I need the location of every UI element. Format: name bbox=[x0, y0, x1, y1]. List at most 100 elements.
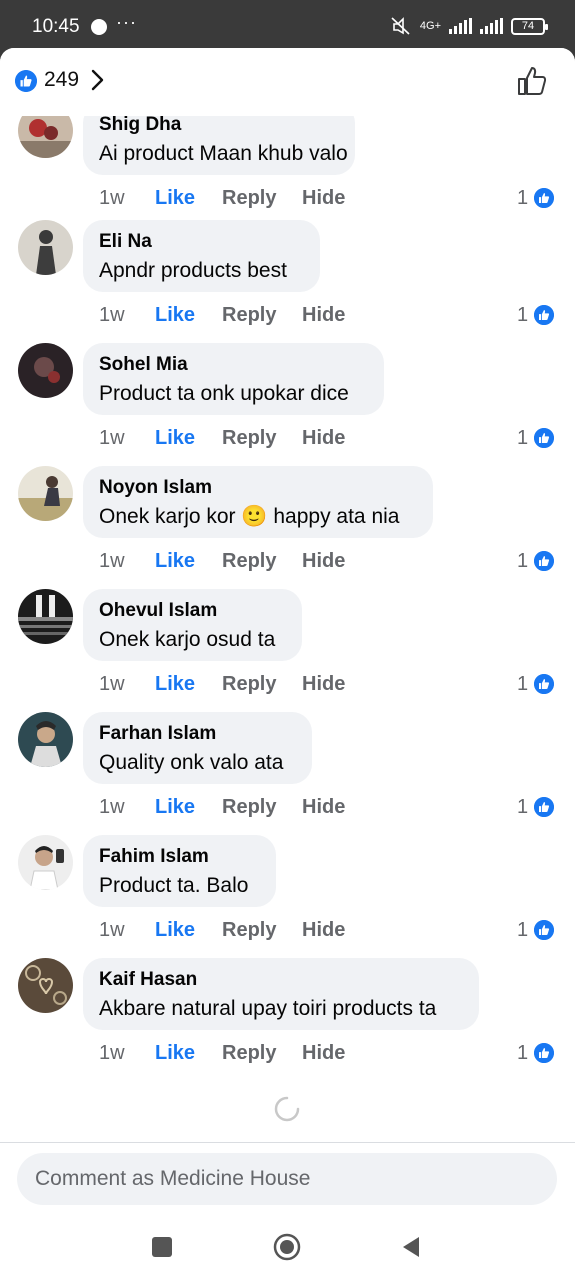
like-reaction-icon bbox=[532, 549, 557, 573]
reaction-count[interactable]: 1 bbox=[517, 426, 557, 450]
commenter-name[interactable]: Sohel Mia bbox=[99, 354, 368, 376]
reaction-count[interactable]: 1 bbox=[517, 1041, 557, 1065]
reaction-count[interactable]: 1 bbox=[517, 303, 557, 327]
commenter-name[interactable]: Eli Na bbox=[99, 231, 304, 253]
comment-item: Fahim Islam Product ta. Balo 1w Like Rep… bbox=[0, 835, 575, 958]
avatar[interactable] bbox=[18, 343, 73, 398]
like-reaction-icon bbox=[532, 672, 557, 696]
status-bar: 10:45 ··· 4G+ 74 bbox=[0, 0, 575, 50]
comment-actions: 1w Like Reply Hide bbox=[99, 304, 345, 327]
reply-button[interactable]: Reply bbox=[222, 796, 302, 819]
reply-button[interactable]: Reply bbox=[222, 304, 302, 327]
reply-button[interactable]: Reply bbox=[222, 187, 302, 210]
commenter-name[interactable]: Ohevul Islam bbox=[99, 600, 286, 622]
like-reaction-icon bbox=[532, 186, 557, 210]
avatar[interactable] bbox=[18, 958, 73, 1013]
comment-bubble[interactable]: Sohel Mia Product ta onk upokar dice bbox=[83, 343, 384, 415]
hide-button[interactable]: Hide bbox=[302, 304, 345, 327]
reaction-count[interactable]: 1 bbox=[517, 918, 557, 942]
hide-button[interactable]: Hide bbox=[302, 796, 345, 819]
back-icon[interactable] bbox=[397, 1233, 425, 1261]
comment-item: Eli Na Apndr products best 1w Like Reply… bbox=[0, 220, 575, 343]
comment-bubble[interactable]: Eli Na Apndr products best bbox=[83, 220, 320, 292]
status-time: 10:45 bbox=[32, 16, 80, 37]
network-type-label: 4G+ bbox=[419, 20, 441, 32]
comment-actions: 1w Like Reply Hide bbox=[99, 673, 345, 696]
comment-actions: 1w Like Reply Hide bbox=[99, 550, 345, 573]
reaction-count[interactable]: 1 bbox=[517, 795, 557, 819]
comment-bubble[interactable]: Fahim Islam Product ta. Balo bbox=[83, 835, 276, 907]
avatar[interactable] bbox=[18, 589, 73, 644]
comment-time: 1w bbox=[99, 550, 125, 572]
reaction-number: 1 bbox=[517, 672, 529, 695]
avatar[interactable] bbox=[18, 466, 73, 521]
reaction-count[interactable]: 1 bbox=[517, 672, 557, 696]
commenter-name[interactable]: Farhan Islam bbox=[99, 723, 296, 745]
like-button[interactable]: Like bbox=[155, 673, 222, 696]
like-button[interactable]: Like bbox=[155, 427, 222, 450]
comment-actions: 1w Like Reply Hide bbox=[99, 1042, 345, 1065]
comment-time: 1w bbox=[99, 304, 125, 326]
comment-input[interactable] bbox=[17, 1153, 557, 1205]
comment-time: 1w bbox=[99, 919, 125, 941]
commenter-name[interactable]: Fahim Islam bbox=[99, 846, 260, 868]
reaction-number: 1 bbox=[517, 303, 529, 326]
comment-bubble[interactable]: Ohevul Islam Onek karjo osud ta bbox=[83, 589, 302, 661]
system-nav-bar bbox=[0, 1213, 575, 1280]
like-button[interactable]: Like bbox=[155, 550, 222, 573]
comments-sheet: Shig Dha Ai product Maan khub valo 1w Li… bbox=[0, 48, 575, 1213]
hide-button[interactable]: Hide bbox=[302, 427, 345, 450]
reply-button[interactable]: Reply bbox=[222, 550, 302, 573]
avatar[interactable] bbox=[18, 835, 73, 890]
comment-item: Noyon Islam Onek karjo kor 🙂 happy ata n… bbox=[0, 466, 575, 589]
like-reaction-icon bbox=[532, 1041, 557, 1065]
comment-bubble[interactable]: Farhan Islam Quality onk valo ata bbox=[83, 712, 312, 784]
comment-text: Product ta onk upokar dice bbox=[99, 382, 349, 405]
like-button[interactable]: Like bbox=[155, 304, 222, 327]
commenter-name[interactable]: Shig Dha bbox=[99, 114, 339, 136]
comment-text: Quality onk valo ata bbox=[99, 751, 284, 774]
commenter-name[interactable]: Kaif Hasan bbox=[99, 969, 463, 991]
recent-apps-icon[interactable] bbox=[148, 1233, 176, 1261]
like-button[interactable]: Like bbox=[155, 1042, 222, 1065]
reply-button[interactable]: Reply bbox=[222, 673, 302, 696]
like-button[interactable]: Like bbox=[155, 187, 222, 210]
reply-button[interactable]: Reply bbox=[222, 919, 302, 942]
comment-bubble[interactable]: Kaif Hasan Akbare natural upay toiri pro… bbox=[83, 958, 479, 1030]
reply-button[interactable]: Reply bbox=[222, 1042, 302, 1065]
comment-time: 1w bbox=[99, 673, 125, 695]
comment-actions: 1w Like Reply Hide bbox=[99, 427, 345, 450]
like-button[interactable]: Like bbox=[155, 796, 222, 819]
hide-button[interactable]: Hide bbox=[302, 1042, 345, 1065]
like-button[interactable]: Like bbox=[155, 919, 222, 942]
reaction-count[interactable]: 1 bbox=[517, 549, 557, 573]
hide-button[interactable]: Hide bbox=[302, 919, 345, 942]
reply-button[interactable]: Reply bbox=[222, 427, 302, 450]
home-icon[interactable] bbox=[273, 1233, 301, 1261]
comment-bubble[interactable]: Noyon Islam Onek karjo kor 🙂 happy ata n… bbox=[83, 466, 433, 538]
reaction-count[interactable]: 1 bbox=[517, 186, 557, 210]
reaction-number: 1 bbox=[517, 549, 529, 572]
mute-icon bbox=[391, 17, 410, 35]
comment-text: Onek karjo osud ta bbox=[99, 628, 276, 651]
avatar[interactable] bbox=[18, 712, 73, 767]
reaction-number: 1 bbox=[517, 426, 529, 449]
avatar[interactable] bbox=[18, 220, 73, 275]
comment-text: Product ta. Balo bbox=[99, 874, 249, 897]
like-reaction-icon bbox=[532, 426, 557, 450]
hide-button[interactable]: Hide bbox=[302, 550, 345, 573]
like-reaction-icon bbox=[532, 303, 557, 327]
hide-button[interactable]: Hide bbox=[302, 187, 345, 210]
hide-button[interactable]: Hide bbox=[302, 673, 345, 696]
loading-spinner-icon bbox=[274, 1096, 300, 1122]
commenter-name[interactable]: Noyon Islam bbox=[99, 477, 417, 499]
like-count[interactable]: 249 bbox=[44, 68, 79, 92]
reaction-number: 1 bbox=[517, 795, 529, 818]
chevron-right-icon[interactable] bbox=[88, 68, 108, 92]
comment-text: Onek karjo kor 🙂 happy ata nia bbox=[99, 505, 400, 528]
like-button-icon[interactable] bbox=[515, 64, 549, 98]
battery-icon: 74 bbox=[511, 17, 548, 35]
comment-time: 1w bbox=[99, 796, 125, 818]
comment-time: 1w bbox=[99, 1042, 125, 1064]
reaction-number: 1 bbox=[517, 186, 529, 209]
